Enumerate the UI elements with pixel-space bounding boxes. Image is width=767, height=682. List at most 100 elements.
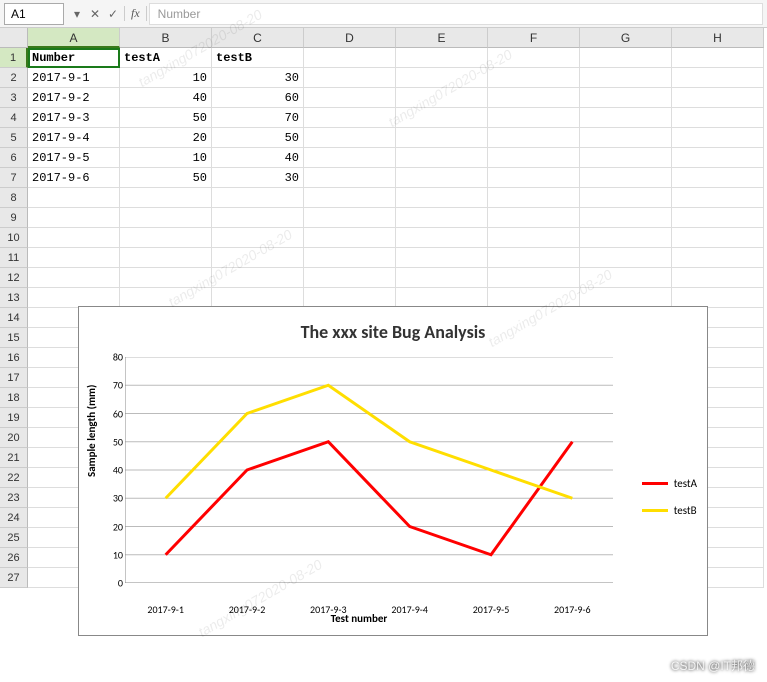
embedded-chart[interactable]: The xxx site Bug Analysis Sample length … bbox=[78, 306, 708, 636]
cell[interactable] bbox=[304, 128, 396, 148]
row-header[interactable]: 5 bbox=[0, 128, 28, 148]
cell[interactable] bbox=[488, 288, 580, 308]
cell[interactable] bbox=[580, 228, 672, 248]
cell[interactable]: 50 bbox=[212, 128, 304, 148]
cell[interactable] bbox=[672, 88, 764, 108]
cell[interactable] bbox=[580, 88, 672, 108]
cell[interactable] bbox=[580, 208, 672, 228]
cell[interactable]: testB bbox=[212, 48, 304, 68]
cell[interactable] bbox=[396, 228, 488, 248]
fx-icon[interactable]: fx bbox=[124, 6, 147, 21]
cell[interactable] bbox=[396, 168, 488, 188]
cell[interactable] bbox=[580, 168, 672, 188]
cell[interactable] bbox=[488, 108, 580, 128]
select-all-cell[interactable] bbox=[0, 28, 28, 48]
row-header[interactable]: 15 bbox=[0, 328, 28, 348]
cell[interactable] bbox=[488, 248, 580, 268]
cell[interactable] bbox=[212, 268, 304, 288]
row-header[interactable]: 14 bbox=[0, 308, 28, 328]
cell[interactable] bbox=[672, 68, 764, 88]
cell[interactable] bbox=[120, 268, 212, 288]
row-header[interactable]: 24 bbox=[0, 508, 28, 528]
row-header[interactable]: 23 bbox=[0, 488, 28, 508]
cell[interactable] bbox=[580, 128, 672, 148]
cell[interactable] bbox=[488, 88, 580, 108]
cell[interactable] bbox=[396, 48, 488, 68]
cell[interactable] bbox=[672, 188, 764, 208]
row-header[interactable]: 6 bbox=[0, 148, 28, 168]
row-header[interactable]: 4 bbox=[0, 108, 28, 128]
cell[interactable]: 10 bbox=[120, 148, 212, 168]
cell[interactable] bbox=[304, 228, 396, 248]
cell[interactable] bbox=[212, 228, 304, 248]
cell[interactable] bbox=[672, 148, 764, 168]
cell[interactable] bbox=[580, 68, 672, 88]
cell[interactable]: 2017-9-3 bbox=[28, 108, 120, 128]
column-header[interactable]: H bbox=[672, 28, 764, 48]
cell[interactable] bbox=[488, 168, 580, 188]
cell[interactable]: 2017-9-6 bbox=[28, 168, 120, 188]
cell[interactable] bbox=[120, 288, 212, 308]
row-header[interactable]: 17 bbox=[0, 368, 28, 388]
cell[interactable]: 60 bbox=[212, 88, 304, 108]
cell[interactable] bbox=[28, 288, 120, 308]
cell[interactable] bbox=[396, 128, 488, 148]
cell[interactable]: 50 bbox=[120, 168, 212, 188]
cell[interactable] bbox=[488, 268, 580, 288]
cell[interactable] bbox=[580, 248, 672, 268]
cell[interactable]: 2017-9-2 bbox=[28, 88, 120, 108]
row-header[interactable]: 25 bbox=[0, 528, 28, 548]
cell[interactable] bbox=[212, 208, 304, 228]
cell[interactable]: testA bbox=[120, 48, 212, 68]
row-header[interactable]: 27 bbox=[0, 568, 28, 588]
cell[interactable] bbox=[304, 208, 396, 228]
cell[interactable] bbox=[672, 168, 764, 188]
column-header[interactable]: D bbox=[304, 28, 396, 48]
cell[interactable] bbox=[396, 188, 488, 208]
cell[interactable]: 2017-9-4 bbox=[28, 128, 120, 148]
cell[interactable] bbox=[304, 108, 396, 128]
column-header[interactable]: E bbox=[396, 28, 488, 48]
column-header[interactable]: A bbox=[28, 28, 120, 48]
cancel-icon[interactable]: ✕ bbox=[86, 4, 104, 24]
cell[interactable]: 2017-9-5 bbox=[28, 148, 120, 168]
cell[interactable] bbox=[304, 268, 396, 288]
cell[interactable] bbox=[28, 248, 120, 268]
cell[interactable]: 40 bbox=[120, 88, 212, 108]
row-header[interactable]: 7 bbox=[0, 168, 28, 188]
cell[interactable] bbox=[212, 188, 304, 208]
name-box[interactable] bbox=[4, 3, 64, 25]
cell[interactable] bbox=[672, 48, 764, 68]
row-header[interactable]: 13 bbox=[0, 288, 28, 308]
row-header[interactable]: 16 bbox=[0, 348, 28, 368]
column-header[interactable]: B bbox=[120, 28, 212, 48]
cell[interactable] bbox=[396, 268, 488, 288]
row-header[interactable]: 22 bbox=[0, 468, 28, 488]
cell[interactable] bbox=[580, 148, 672, 168]
cell[interactable] bbox=[120, 248, 212, 268]
cell[interactable] bbox=[580, 288, 672, 308]
cell[interactable] bbox=[396, 288, 488, 308]
cell[interactable] bbox=[120, 208, 212, 228]
row-header[interactable]: 8 bbox=[0, 188, 28, 208]
cell[interactable] bbox=[396, 248, 488, 268]
column-header[interactable]: F bbox=[488, 28, 580, 48]
cell[interactable]: 20 bbox=[120, 128, 212, 148]
cell[interactable] bbox=[28, 228, 120, 248]
cell[interactable] bbox=[672, 248, 764, 268]
cell[interactable] bbox=[488, 128, 580, 148]
cell[interactable] bbox=[488, 48, 580, 68]
cell[interactable] bbox=[672, 108, 764, 128]
row-header[interactable]: 11 bbox=[0, 248, 28, 268]
cell[interactable] bbox=[304, 48, 396, 68]
cell[interactable] bbox=[304, 168, 396, 188]
cell[interactable] bbox=[488, 148, 580, 168]
cell[interactable] bbox=[396, 208, 488, 228]
cell[interactable]: 30 bbox=[212, 168, 304, 188]
cell[interactable]: 30 bbox=[212, 68, 304, 88]
cell[interactable] bbox=[120, 228, 212, 248]
cell[interactable] bbox=[672, 228, 764, 248]
cell[interactable] bbox=[672, 208, 764, 228]
column-header[interactable]: G bbox=[580, 28, 672, 48]
confirm-icon[interactable]: ✓ bbox=[104, 4, 122, 24]
